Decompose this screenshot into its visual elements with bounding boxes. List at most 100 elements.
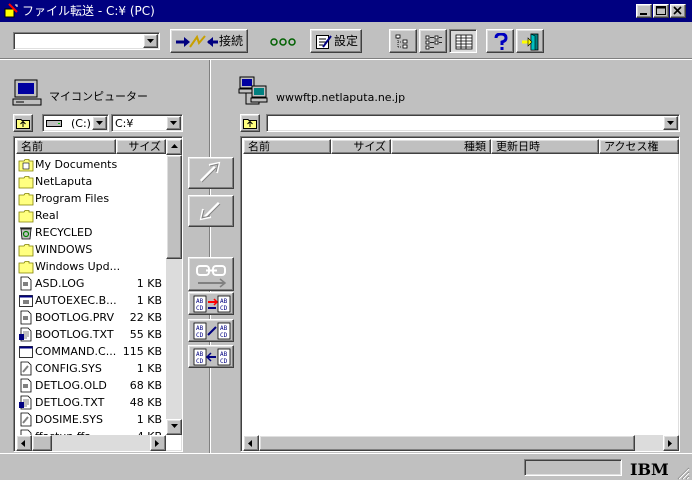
scroll-thumb[interactable]	[166, 155, 182, 259]
local-column-name[interactable]: 名前	[16, 139, 116, 154]
compare-files-icon: AB CD AB CD	[193, 322, 231, 340]
svg-text:AB: AB	[196, 351, 204, 358]
copy-to-local-button[interactable]: AB CD AB CD	[188, 345, 234, 368]
scroll-right-button[interactable]	[663, 435, 679, 451]
maximize-icon	[656, 6, 666, 15]
system-file-icon	[20, 412, 32, 427]
chevron-down-icon	[147, 39, 154, 43]
three-dots-icon	[270, 38, 296, 46]
local-horizontal-scrollbar[interactable]	[16, 435, 166, 451]
compare-button[interactable]: AB CD AB CD	[188, 319, 234, 342]
list-item[interactable]: DETLOG.OLD 68 KB	[16, 377, 166, 394]
svg-text:CD: CD	[220, 305, 228, 312]
system-file-icon	[20, 361, 32, 376]
list-item[interactable]: ASD.LOG 1 KB	[16, 275, 166, 292]
drive-label: (C:)	[71, 117, 91, 130]
svg-text:AB: AB	[196, 298, 204, 305]
local-column-size[interactable]: サイズ	[116, 139, 166, 154]
copy-back-icon: AB CD AB CD	[193, 348, 231, 366]
remote-horizontal-scrollbar[interactable]	[243, 435, 679, 451]
folder-icon	[18, 210, 34, 223]
address-combo[interactable]	[13, 32, 160, 50]
up-folder-icon	[243, 119, 257, 129]
status-bar: IBM	[0, 453, 692, 480]
local-path-dropdown[interactable]	[166, 116, 181, 130]
connect-icon	[176, 34, 218, 48]
window-title: ファイル転送 - C:¥ (PC)	[22, 4, 155, 18]
scroll-left-button[interactable]	[243, 435, 259, 451]
download-button[interactable]	[188, 195, 234, 227]
remote-up-folder-button[interactable]	[240, 114, 260, 132]
drive-select[interactable]: (C:)	[42, 114, 109, 132]
minimize-button[interactable]	[636, 4, 652, 18]
exit-button[interactable]	[516, 29, 544, 53]
text-file-icon	[18, 327, 32, 342]
local-path-combo[interactable]: C:¥	[111, 114, 183, 132]
remote-column-type[interactable]: 種類	[391, 139, 491, 154]
scroll-up-button[interactable]	[166, 139, 182, 155]
resize-grip-icon[interactable]	[676, 466, 690, 480]
folder-icon	[18, 193, 34, 206]
svg-text:AB: AB	[196, 325, 204, 332]
view-details-button[interactable]	[449, 29, 477, 53]
file-name: WINDOWS	[35, 243, 93, 256]
svg-text:CD: CD	[220, 358, 228, 365]
local-file-list[interactable]: 名前 サイズ My Documents NetLaputa Program File…	[13, 136, 183, 452]
remote-column-permissions[interactable]: アクセス権	[599, 139, 679, 154]
remote-file-list[interactable]: 名前 サイズ 種類 更新日時 アクセス権	[240, 136, 680, 452]
list-item[interactable]: BOOTLOG.PRV 22 KB	[16, 309, 166, 326]
list-item[interactable]: DETLOG.TXT 48 KB	[16, 394, 166, 411]
settings-button[interactable]: 設定	[310, 29, 362, 53]
connect-button[interactable]: 接続	[170, 29, 248, 53]
up-folder-icon	[16, 119, 30, 129]
scroll-thumb[interactable]	[259, 435, 635, 451]
list-item[interactable]: CONFIG.SYS 1 KB	[16, 360, 166, 377]
local-vertical-scrollbar[interactable]	[166, 139, 182, 435]
upload-button[interactable]	[188, 157, 234, 189]
file-icon	[20, 310, 32, 325]
list-item[interactable]: My Documents	[16, 156, 166, 173]
list-item[interactable]: COMMAND.C... 115 KB	[16, 343, 166, 360]
local-up-folder-button[interactable]	[13, 114, 33, 132]
list-item[interactable]: Real	[16, 207, 166, 224]
status-progress-box	[524, 459, 622, 476]
my-documents-icon	[18, 159, 34, 172]
toolbar-separator	[0, 58, 692, 60]
remote-column-name[interactable]: 名前	[243, 139, 331, 154]
scroll-thumb[interactable]	[32, 435, 52, 451]
my-computer-icon	[12, 79, 42, 106]
remote-path-dropdown[interactable]	[663, 116, 678, 130]
link-chain-icon	[196, 265, 227, 288]
list-item[interactable]: BOOTLOG.TXT 55 KB	[16, 326, 166, 343]
help-button[interactable]	[486, 29, 514, 53]
arrow-right-icon	[155, 440, 159, 447]
drive-select-dropdown[interactable]	[92, 116, 107, 130]
list-item[interactable]: AUTOEXEC.B... 1 KB	[16, 292, 166, 309]
list-item[interactable]: Program Files	[16, 190, 166, 207]
remote-column-modified[interactable]: 更新日時	[491, 139, 599, 154]
scroll-right-button[interactable]	[150, 435, 166, 451]
help-icon	[494, 33, 508, 50]
maximize-button[interactable]	[653, 4, 669, 18]
folder-icon	[18, 244, 34, 257]
view-tree-button[interactable]	[389, 29, 417, 53]
copy-to-remote-button[interactable]: AB CD AB CD	[188, 292, 234, 315]
list-item[interactable]: RECYCLED	[16, 224, 166, 241]
svg-text:AB: AB	[220, 325, 228, 332]
scroll-left-button[interactable]	[16, 435, 32, 451]
list-item[interactable]: NetLaputa	[16, 173, 166, 190]
view-list-button[interactable]	[419, 29, 447, 53]
svg-text:AB: AB	[220, 351, 228, 358]
list-item[interactable]: Windows Upd...	[16, 258, 166, 275]
remote-path-combo[interactable]	[266, 114, 680, 132]
file-name: My Documents	[35, 158, 118, 171]
close-button[interactable]	[670, 4, 686, 18]
list-item[interactable]: WINDOWS	[16, 241, 166, 258]
address-combo-dropdown[interactable]	[143, 34, 158, 48]
remote-column-size[interactable]: サイズ	[331, 139, 391, 154]
list-item[interactable]: DOSIME.SYS 1 KB	[16, 411, 166, 428]
details-view-icon	[455, 34, 473, 50]
svg-text:CD: CD	[220, 332, 228, 339]
scroll-down-button[interactable]	[166, 419, 182, 435]
sync-button[interactable]	[188, 257, 234, 291]
